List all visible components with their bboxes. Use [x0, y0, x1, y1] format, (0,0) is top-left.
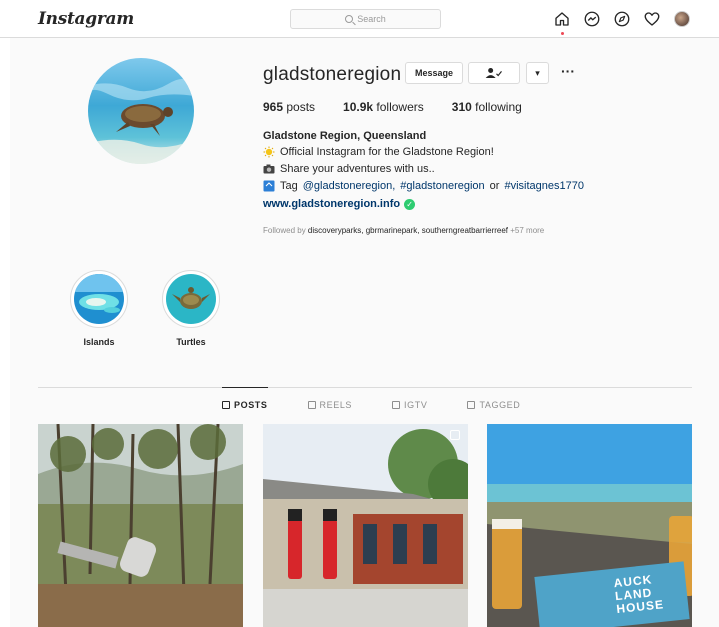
- message-button[interactable]: Message: [405, 62, 463, 84]
- bio-line: Share your adventures with us..: [263, 163, 435, 175]
- top-navigation-bar: Instagram Search: [0, 0, 719, 38]
- more-options-button[interactable]: ···: [559, 62, 577, 84]
- highlight-cover: [74, 274, 124, 324]
- explore-icon[interactable]: [613, 10, 631, 28]
- bio-line: Official Instagram for the Gladstone Reg…: [263, 146, 494, 158]
- suggested-dropdown-button[interactable]: ▾: [526, 62, 549, 84]
- highlight-islands[interactable]: Islands: [69, 270, 129, 347]
- tag-square-icon: [263, 180, 275, 192]
- post-thumbnail[interactable]: [38, 424, 243, 627]
- tab-tagged[interactable]: TAGGED: [467, 387, 520, 423]
- activity-heart-icon[interactable]: [643, 10, 661, 28]
- igtv-icon: [392, 401, 401, 409]
- check-badge-icon: ✓: [404, 198, 416, 210]
- tab-posts[interactable]: POSTS: [222, 387, 268, 423]
- tab-igtv[interactable]: IGTV: [392, 387, 427, 423]
- carousel-icon: [450, 430, 460, 440]
- notification-dot: [561, 32, 564, 35]
- bio-name: Gladstone Region, Queensland: [263, 130, 427, 142]
- profile-username: gladstoneregion: [263, 64, 402, 85]
- profile-tabs: POSTS REELS IGTV TAGGED: [222, 387, 560, 423]
- following-button[interactable]: [468, 62, 520, 84]
- highlight-cover: [166, 274, 216, 324]
- post-thumbnail[interactable]: AUCK LAND HOUSE: [487, 424, 692, 627]
- bio-line: Tag @gladstoneregion, #gladstoneregion o…: [263, 180, 584, 192]
- search-input[interactable]: Search: [290, 9, 441, 29]
- sun-icon: [263, 146, 275, 158]
- website-link[interactable]: www.gladstoneregion.info ✓: [263, 198, 416, 210]
- avatar: [674, 11, 690, 27]
- search-placeholder: Search: [357, 14, 386, 24]
- profile-avatar[interactable]: [673, 10, 691, 28]
- followed-by-text[interactable]: Followed by discoveryparks, gbrmarinepar…: [263, 226, 544, 235]
- highlight-turtles[interactable]: Turtles: [161, 270, 221, 347]
- profile-stats: 965 posts 10.9k followers 310 following: [263, 100, 550, 114]
- post-thumbnail[interactable]: [263, 424, 468, 627]
- reels-icon: [307, 401, 316, 409]
- tab-reels[interactable]: REELS: [307, 387, 353, 423]
- profile-picture[interactable]: [88, 58, 194, 164]
- instagram-logo[interactable]: Instagram: [38, 9, 134, 29]
- tagged-icon: [467, 401, 476, 409]
- hashtag-link[interactable]: #visitagnes1770: [504, 180, 584, 192]
- camera-icon: [263, 164, 275, 174]
- search-icon: [345, 15, 354, 23]
- home-icon[interactable]: [553, 10, 571, 35]
- followers-count[interactable]: 10.9k followers: [343, 100, 424, 114]
- grid-icon: [222, 401, 230, 409]
- hashtag-link[interactable]: #gladstoneregion: [400, 180, 484, 192]
- following-count[interactable]: 310 following: [452, 100, 522, 114]
- person-check-icon: [485, 68, 502, 78]
- mention-link[interactable]: @gladstoneregion,: [303, 180, 396, 192]
- sign-text: AUCK LAND HOUSE: [613, 572, 665, 617]
- posts-count: 965 posts: [263, 100, 316, 114]
- messenger-icon[interactable]: [583, 10, 601, 28]
- nav-icons: [553, 9, 691, 35]
